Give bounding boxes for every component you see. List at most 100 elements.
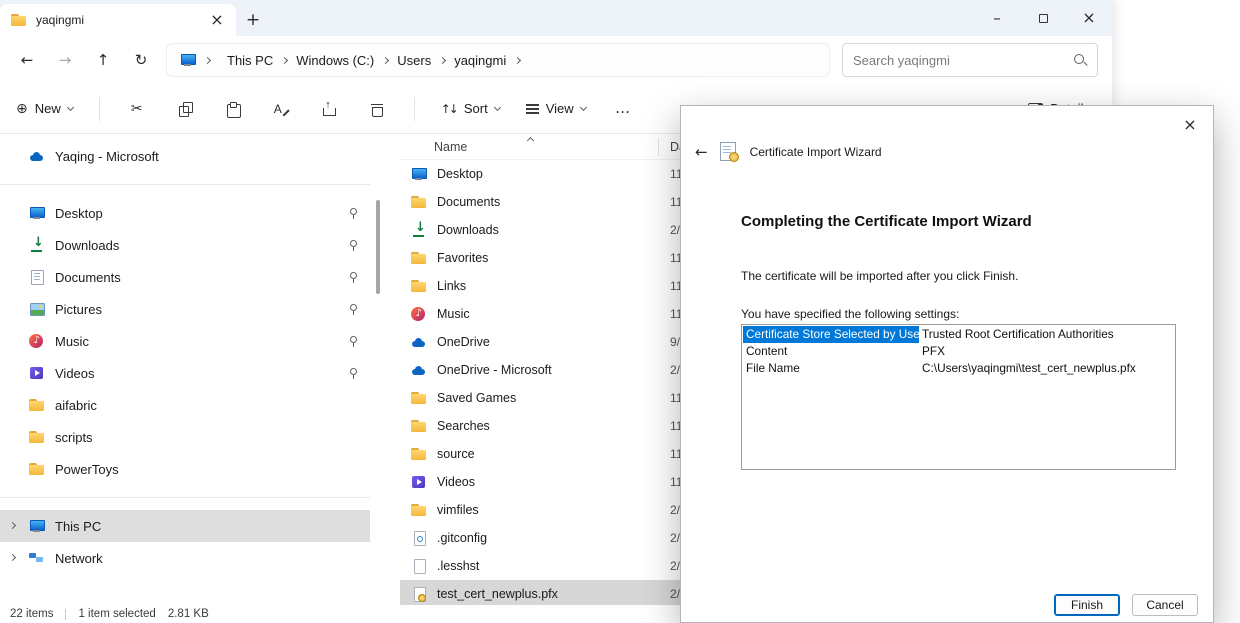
maximize-icon bbox=[1039, 14, 1048, 23]
sidebar-item[interactable]: This PC bbox=[0, 510, 370, 542]
paste-button[interactable] bbox=[222, 98, 244, 120]
file-date: 9/ bbox=[670, 335, 680, 349]
sidebar-divider bbox=[0, 184, 370, 185]
expand-chevron-icon[interactable] bbox=[9, 554, 16, 561]
copy-button[interactable] bbox=[174, 98, 196, 120]
pin-icon bbox=[348, 303, 358, 315]
sidebar-item-label: PowerToys bbox=[55, 462, 119, 477]
cancel-button[interactable]: Cancel bbox=[1132, 594, 1198, 616]
breadcrumb-segment: yaqingmi bbox=[454, 53, 520, 68]
sort-button[interactable]: Sort bbox=[441, 101, 500, 116]
dialog-title: Certificate Import Wizard bbox=[750, 145, 882, 159]
sidebar-item[interactable]: Videos bbox=[0, 357, 370, 389]
chevron-right-icon[interactable] bbox=[281, 56, 288, 63]
gearfile-icon bbox=[410, 530, 428, 546]
search-icon bbox=[1073, 53, 1087, 67]
settings-row[interactable]: Content PFX bbox=[743, 343, 1174, 360]
sort-label: Sort bbox=[464, 101, 488, 116]
chevron-right-icon[interactable] bbox=[514, 56, 521, 63]
sidebar-item[interactable]: scripts bbox=[0, 421, 370, 453]
folder-icon bbox=[28, 461, 46, 477]
back-button[interactable] bbox=[14, 47, 40, 73]
sidebar-item-label: Downloads bbox=[55, 238, 119, 253]
sidebar-item-label: scripts bbox=[55, 430, 93, 445]
pictures-icon bbox=[28, 301, 46, 317]
toolbar-divider bbox=[414, 97, 415, 121]
sidebar-item[interactable]: Desktop bbox=[0, 197, 370, 229]
close-button[interactable] bbox=[1066, 0, 1112, 36]
file-name: Videos bbox=[437, 475, 475, 489]
file-name: test_cert_newplus.pfx bbox=[437, 587, 558, 601]
file-date: 2/ bbox=[670, 223, 680, 237]
cert-icon bbox=[410, 586, 428, 602]
more-options-button[interactable] bbox=[612, 98, 634, 120]
column-name[interactable]: Name bbox=[434, 140, 467, 154]
breadcrumb-item[interactable]: Users bbox=[397, 53, 431, 68]
settings-row[interactable]: Certificate Store Selected by User Trust… bbox=[743, 326, 1174, 343]
file-name: .lesshst bbox=[437, 559, 479, 573]
pin-icon bbox=[348, 335, 358, 347]
items-count: 22 items bbox=[10, 608, 53, 620]
doc-icon bbox=[28, 269, 46, 285]
folder-icon bbox=[410, 390, 428, 406]
chevron-down-icon bbox=[67, 103, 74, 110]
breadcrumb-segment: Windows (C:) bbox=[296, 53, 388, 68]
sidebar-item[interactable]: PowerToys bbox=[0, 453, 370, 485]
music-icon bbox=[410, 306, 428, 322]
expand-chevron-icon[interactable] bbox=[9, 522, 16, 529]
sidebar-item[interactable]: Downloads bbox=[0, 229, 370, 261]
finish-button[interactable]: Finish bbox=[1054, 594, 1120, 616]
file-icon bbox=[410, 558, 428, 574]
column-divider[interactable] bbox=[658, 138, 659, 156]
chevron-down-icon bbox=[494, 103, 501, 110]
network-icon bbox=[28, 550, 46, 566]
view-label: View bbox=[546, 101, 574, 116]
chevron-right-icon[interactable] bbox=[204, 56, 211, 63]
folder-icon bbox=[410, 446, 428, 462]
share-button[interactable] bbox=[318, 98, 340, 120]
sidebar-item[interactable]: Network bbox=[0, 542, 370, 574]
file-name: Saved Games bbox=[437, 391, 516, 405]
new-icon bbox=[16, 101, 28, 116]
settings-row[interactable]: File Name C:\Users\yaqingmi\test_cert_ne… bbox=[743, 360, 1174, 377]
download-icon bbox=[410, 222, 428, 238]
tab-close-icon[interactable] bbox=[208, 11, 226, 29]
refresh-icon bbox=[135, 53, 148, 68]
sidebar-item[interactable]: Documents bbox=[0, 261, 370, 293]
delete-button[interactable] bbox=[366, 98, 388, 120]
file-name: OneDrive - Microsoft bbox=[437, 363, 552, 377]
folder-icon bbox=[410, 194, 428, 210]
new-button[interactable]: New bbox=[16, 101, 73, 116]
sidebar-scrollbar[interactable] bbox=[376, 200, 380, 294]
sidebar-item[interactable]: Music bbox=[0, 325, 370, 357]
rename-button[interactable] bbox=[270, 98, 292, 120]
explorer-tab[interactable]: yaqingmi bbox=[0, 4, 236, 36]
breadcrumb-item[interactable]: Windows (C:) bbox=[296, 53, 374, 68]
forward-button[interactable] bbox=[52, 47, 78, 73]
search-box bbox=[842, 43, 1098, 77]
breadcrumb-item[interactable]: yaqingmi bbox=[454, 53, 506, 68]
file-date: 2/ bbox=[670, 503, 680, 517]
sidebar-item[interactable]: aifabric bbox=[0, 389, 370, 421]
sidebar-item[interactable]: Pictures bbox=[0, 293, 370, 325]
search-input[interactable] bbox=[853, 53, 1065, 68]
rename-icon bbox=[274, 102, 288, 116]
sidebar-item[interactable]: Yaqing - Microsoft bbox=[0, 140, 370, 172]
chevron-right-icon[interactable] bbox=[439, 56, 446, 63]
file-name: Music bbox=[437, 307, 470, 321]
file-name: Searches bbox=[437, 419, 490, 433]
view-button[interactable]: View bbox=[526, 101, 586, 116]
minimize-button[interactable] bbox=[974, 0, 1020, 36]
dialog-close-button[interactable] bbox=[1175, 112, 1205, 138]
folder-icon bbox=[410, 250, 428, 266]
sort-ascending-icon bbox=[527, 137, 534, 144]
new-tab-button[interactable] bbox=[236, 4, 270, 36]
up-button[interactable] bbox=[90, 47, 116, 73]
dialog-back-button[interactable] bbox=[695, 145, 708, 160]
cut-button[interactable] bbox=[126, 98, 148, 120]
maximize-button[interactable] bbox=[1020, 0, 1066, 36]
breadcrumb-item[interactable]: This PC bbox=[227, 53, 273, 68]
chevron-right-icon[interactable] bbox=[382, 56, 389, 63]
refresh-button[interactable] bbox=[128, 47, 154, 73]
file-date: 2/ bbox=[670, 559, 680, 573]
